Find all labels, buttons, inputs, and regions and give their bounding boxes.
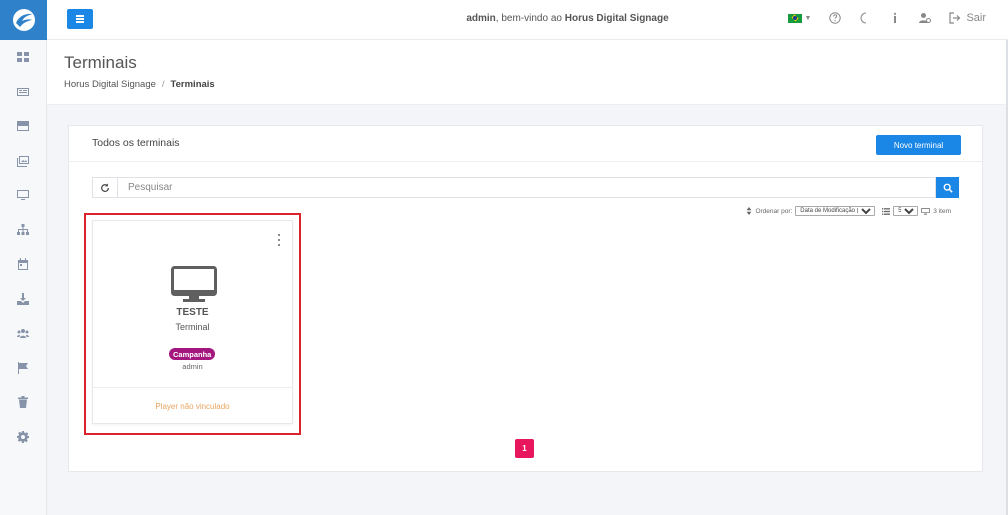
calendar-icon (18, 258, 28, 271)
breadcrumb-current: Terminais (170, 79, 215, 90)
app-logo[interactable] (0, 0, 47, 40)
breadcrumb: Horus Digital Signage / Terminais (64, 79, 215, 90)
terminal-name: TESTE (176, 307, 209, 318)
sidebar-item-downloads[interactable] (0, 282, 47, 317)
help-button[interactable] (829, 12, 842, 24)
welcome-text: , bem-vindo ao (495, 13, 565, 24)
sort-icon (747, 207, 752, 215)
terminal-card[interactable]: TESTE Terminal Campanha admin Player não… (92, 220, 293, 424)
eagle-logo-icon (12, 9, 35, 31)
sidebar-item-settings[interactable] (0, 420, 47, 455)
monitor-count-icon (921, 207, 930, 215)
page-title: Terminais (64, 53, 137, 72)
dark-mode-toggle[interactable] (859, 12, 871, 24)
sidebar-item-groups[interactable] (0, 213, 47, 248)
layout-icon (17, 121, 29, 132)
logout-icon (949, 12, 961, 24)
search-button[interactable] (936, 177, 959, 198)
panel-title: Todos os terminais (92, 137, 180, 149)
sidebar-item-trash[interactable] (0, 385, 47, 420)
info-icon (894, 12, 897, 23)
sidebar-item-campaigns[interactable] (0, 351, 47, 386)
item-count: 3 item (933, 207, 951, 215)
terminal-owner: admin (182, 362, 203, 371)
per-page-select[interactable]: 50 (893, 206, 919, 216)
info-button[interactable] (889, 12, 901, 24)
hierarchy-icon (17, 223, 29, 235)
welcome-user: admin (466, 13, 496, 24)
new-terminal-button[interactable]: Novo terminal (876, 135, 961, 155)
logout-label: Sair (966, 12, 986, 24)
sidebar-item-users[interactable] (0, 316, 47, 351)
breadcrumb-separator: / (161, 79, 165, 90)
media-icon (17, 87, 29, 96)
help-circle-icon (829, 12, 842, 24)
user-settings-button[interactable] (919, 12, 932, 24)
monitor-icon (17, 190, 29, 201)
campaign-badge: Campanha (169, 348, 216, 360)
welcome-app-name: Horus Digital Signage (564, 13, 669, 24)
refresh-icon (101, 182, 109, 192)
pagination-page-1[interactable]: 1 (515, 439, 534, 458)
sidebar-item-schedule[interactable] (0, 247, 47, 282)
sidebar (0, 0, 47, 515)
monitor-icon (171, 266, 217, 302)
sidebar-item-gallery[interactable] (0, 144, 47, 179)
dashboard-icon (17, 52, 29, 63)
users-icon (17, 329, 29, 339)
search-bar (92, 177, 959, 198)
moon-icon (861, 12, 867, 24)
language-selector[interactable]: ▼ (787, 13, 812, 23)
sort-label: Ordenar por: (755, 207, 793, 215)
panel-header: Todos os terminais Novo terminal (69, 126, 982, 162)
refresh-button[interactable] (92, 177, 117, 198)
more-options-icon[interactable] (277, 234, 281, 246)
breadcrumb-home-link[interactable]: Horus Digital Signage (64, 79, 156, 90)
gear-icon (17, 430, 29, 443)
sort-select[interactable]: Data de Modificação ( (795, 206, 876, 216)
sidebar-item-layout[interactable] (0, 109, 47, 144)
trash-icon (18, 396, 28, 409)
list-icon (882, 207, 891, 215)
page-header: Terminais Horus Digital Signage / Terminai… (47, 40, 1008, 105)
search-icon (943, 183, 953, 193)
sidebar-item-dashboard[interactable] (0, 40, 47, 75)
sidebar-item-terminals[interactable] (0, 178, 47, 213)
download-icon (17, 292, 29, 305)
list-controls: Ordenar por: Data de Modificação ( 50 3 … (746, 206, 951, 216)
player-status: Player não vinculado (93, 387, 292, 424)
search-input[interactable] (117, 177, 936, 198)
chevron-down-icon: ▼ (804, 14, 812, 22)
gallery-icon (17, 155, 29, 167)
brazil-flag-icon (787, 13, 802, 23)
top-bar: admin, bem-vindo ao Horus Digital Signag… (47, 0, 1008, 40)
terminal-type: Terminal (175, 322, 210, 332)
user-gear-icon (919, 13, 932, 23)
flag-icon (18, 361, 28, 374)
logout-button[interactable]: Sair (949, 12, 986, 24)
sidebar-item-media[interactable] (0, 75, 47, 110)
